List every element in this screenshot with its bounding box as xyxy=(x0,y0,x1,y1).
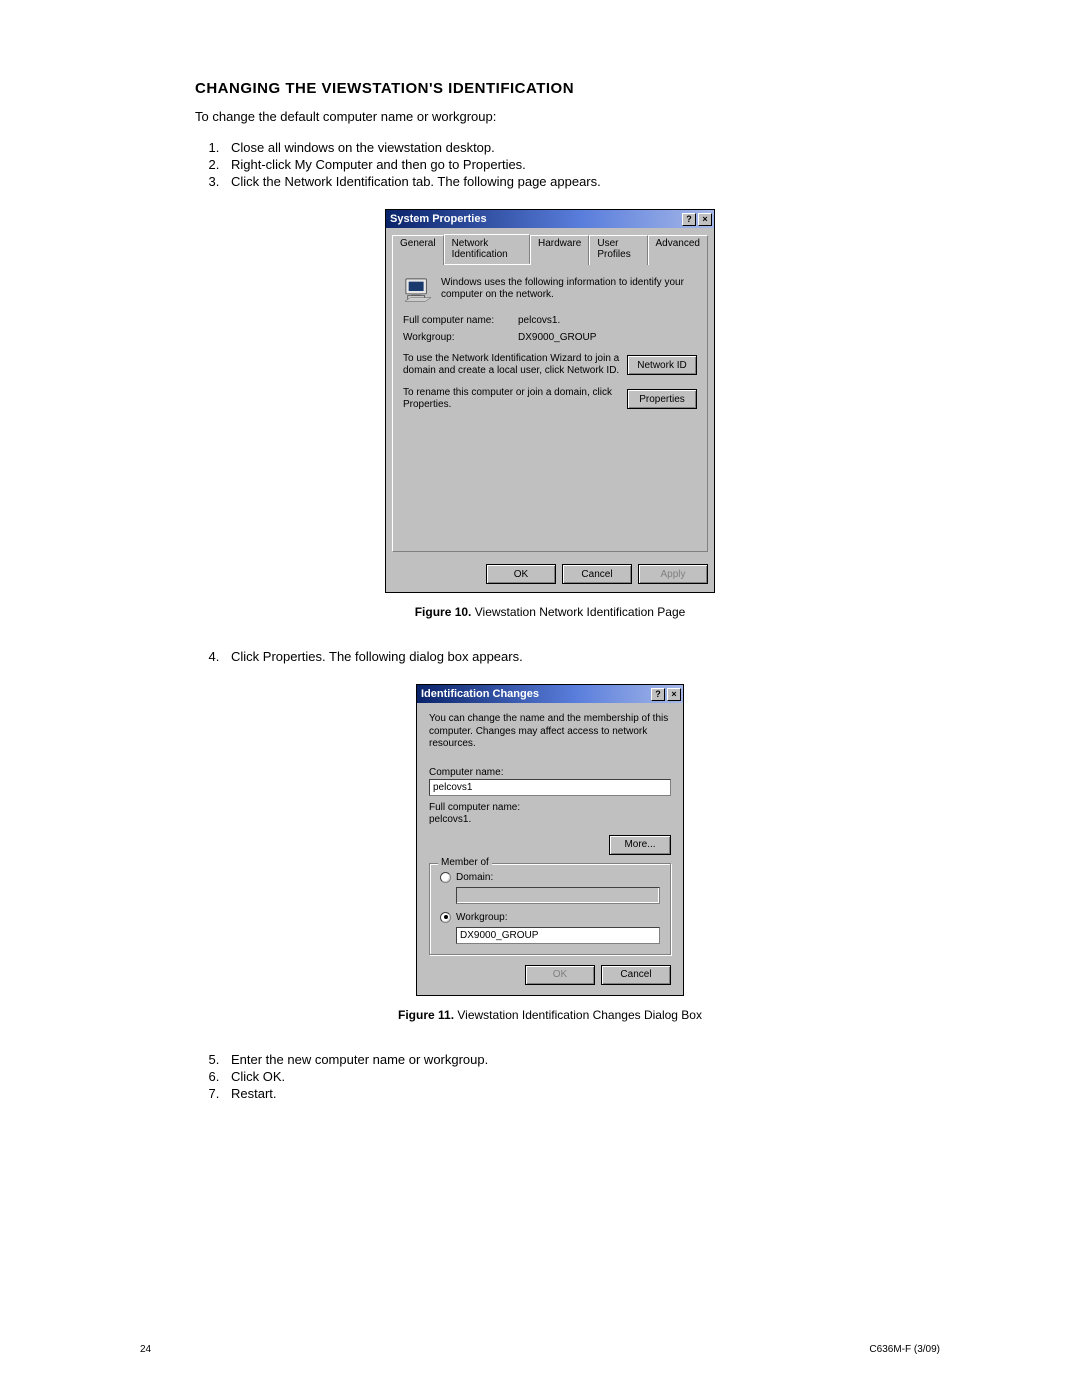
figure-label: Figure 10. xyxy=(415,605,472,619)
tab-panel: Windows uses the following information t… xyxy=(392,264,708,552)
network-id-button[interactable]: Network ID xyxy=(627,355,697,375)
page-footer: 24 C636M-F (3/09) xyxy=(140,1344,940,1355)
figure-11-caption: Figure 11. Viewstation Identification Ch… xyxy=(160,1008,940,1022)
ok-button[interactable]: OK xyxy=(525,965,595,985)
description-text: You can change the name and the membersh… xyxy=(429,713,671,751)
help-icon[interactable]: ? xyxy=(651,688,665,701)
step-item: Click OK. xyxy=(223,1069,940,1084)
tab-hardware[interactable]: Hardware xyxy=(530,235,589,265)
steps-list-3: Enter the new computer name or workgroup… xyxy=(195,1052,940,1101)
workgroup-label: Workgroup: xyxy=(456,912,508,923)
identification-changes-dialog: Identification Changes ? × You can chang… xyxy=(416,684,684,996)
step-item: Click Properties. The following dialog b… xyxy=(223,649,940,664)
titlebar: System Properties ? × xyxy=(386,210,714,228)
domain-label: Domain: xyxy=(456,872,493,883)
full-computer-name-label: Full computer name: xyxy=(403,315,518,326)
group-legend: Member of xyxy=(438,857,492,868)
step-item: Close all windows on the viewstation des… xyxy=(223,140,940,155)
domain-radio[interactable] xyxy=(440,872,451,883)
apply-button[interactable]: Apply xyxy=(638,564,708,584)
tab-general[interactable]: General xyxy=(392,235,444,265)
full-computer-name-label: Full computer name: xyxy=(429,802,671,813)
section-heading: CHANGING THE VIEWSTATION'S IDENTIFICATIO… xyxy=(195,80,940,97)
titlebar: Identification Changes ? × xyxy=(417,685,683,703)
workgroup-input[interactable] xyxy=(456,927,660,944)
figure-label: Figure 11. xyxy=(398,1008,454,1022)
properties-button[interactable]: Properties xyxy=(627,389,697,409)
cancel-button[interactable]: Cancel xyxy=(601,965,671,985)
workgroup-value: DX9000_GROUP xyxy=(518,332,596,343)
step-item: Enter the new computer name or workgroup… xyxy=(223,1052,940,1067)
tab-strip: General Network Identification Hardware … xyxy=(392,234,708,265)
info-text: Windows uses the following information t… xyxy=(441,277,697,301)
close-icon[interactable]: × xyxy=(667,688,681,701)
cancel-button[interactable]: Cancel xyxy=(562,564,632,584)
ok-button[interactable]: OK xyxy=(486,564,556,584)
more-button[interactable]: More... xyxy=(609,835,671,855)
tab-advanced[interactable]: Advanced xyxy=(648,235,708,265)
system-properties-dialog: System Properties ? × General Network Id… xyxy=(385,209,715,593)
computer-name-input[interactable] xyxy=(429,779,671,796)
step-item: Restart. xyxy=(223,1086,940,1101)
workgroup-radio[interactable] xyxy=(440,912,451,923)
tab-network-identification[interactable]: Network Identification xyxy=(444,234,530,264)
domain-input xyxy=(456,887,660,904)
steps-list-1: Close all windows on the viewstation des… xyxy=(195,140,940,189)
step-item: Right-click My Computer and then go to P… xyxy=(223,157,940,172)
computer-icon xyxy=(403,277,433,305)
close-icon[interactable]: × xyxy=(698,213,712,226)
member-of-group: Member of Domain: Workgroup: xyxy=(429,863,671,955)
full-computer-name-value: pelcovs1. xyxy=(518,315,560,326)
rename-text: To rename this computer or join a domain… xyxy=(403,387,627,411)
intro-text: To change the default computer name or w… xyxy=(195,109,940,124)
network-id-wizard-text: To use the Network Identification Wizard… xyxy=(403,353,627,377)
help-icon[interactable]: ? xyxy=(682,213,696,226)
page-number: 24 xyxy=(140,1344,151,1355)
full-computer-name-value: pelcovs1. xyxy=(429,814,671,825)
figure-text: Viewstation Identification Changes Dialo… xyxy=(457,1008,702,1022)
dialog-title: System Properties xyxy=(390,213,680,225)
step-item: Click the Network Identification tab. Th… xyxy=(223,174,940,189)
dialog-title: Identification Changes xyxy=(421,688,649,700)
computer-name-label: Computer name: xyxy=(429,767,671,778)
workgroup-label: Workgroup: xyxy=(403,332,518,343)
steps-list-2: Click Properties. The following dialog b… xyxy=(195,649,940,664)
figure-10-caption: Figure 10. Viewstation Network Identific… xyxy=(160,605,940,619)
figure-text: Viewstation Network Identification Page xyxy=(475,605,686,619)
tab-user-profiles[interactable]: User Profiles xyxy=(589,235,647,265)
doc-id: C636M-F (3/09) xyxy=(869,1344,940,1355)
